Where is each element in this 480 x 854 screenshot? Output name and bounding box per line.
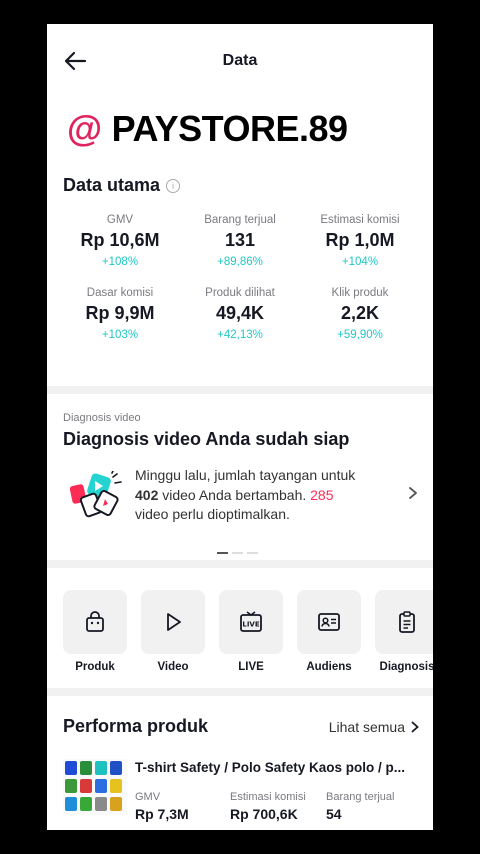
diagnosis-label: Diagnosis video	[63, 412, 141, 424]
product-val-commission: Rp 700,6K	[230, 806, 298, 822]
metric-label: Dasar komisi	[86, 287, 154, 299]
metric-value: 49,4K	[215, 303, 265, 323]
chevron-right-icon[interactable]	[407, 486, 419, 500]
tool-tile-live[interactable]: LIVE	[219, 590, 283, 654]
carousel-dot	[232, 552, 243, 554]
metric-label: Produk dilihat	[205, 287, 275, 299]
metric-label: GMV	[106, 214, 134, 226]
diagnosis-count-optimize: 285	[310, 486, 334, 503]
tool-label-live[interactable]: LIVE	[219, 661, 283, 673]
diagnosis-text-1: Minggu lalu, jumlah tayangan untuk	[135, 467, 356, 483]
page-title: Data	[222, 52, 258, 69]
metric-value: 131	[224, 230, 256, 250]
product-val-gmv: Rp 7,3M	[135, 806, 189, 822]
carousel-indicator	[217, 541, 262, 559]
tool-tile-diagnosis[interactable]	[375, 590, 433, 654]
watermark-at: @	[67, 108, 102, 149]
tool-tile-video[interactable]	[141, 590, 205, 654]
tool-label-audiens[interactable]: Audiens	[297, 661, 361, 673]
metric-label: Barang terjual	[204, 214, 276, 226]
metric-change: +104%	[341, 256, 379, 268]
section-divider	[47, 560, 433, 568]
video-diagnosis-illustration-icon	[69, 471, 122, 518]
product-col-commission: Estimasi komisi	[230, 791, 306, 803]
metric-change: +42,13%	[217, 329, 263, 341]
metric-value: Rp 10,6M	[80, 230, 160, 250]
product-name[interactable]: T-shirt Safety / Polo Safety Kaos polo /…	[135, 760, 421, 775]
info-icon[interactable]: i	[166, 179, 181, 193]
section-divider	[47, 386, 433, 394]
metric-label: Estimasi komisi	[320, 214, 400, 226]
metric-label: Klik produk	[331, 287, 389, 299]
app-screen: Data @ PAYSTORE.89 Data utama i GMV Rp 10,…	[47, 24, 433, 830]
tool-tile-audiens[interactable]	[297, 590, 361, 654]
shopping-bag-icon	[86, 611, 104, 632]
metric-change: +108%	[101, 256, 139, 268]
performance-title: Performa produk	[63, 716, 209, 736]
metric-product-views[interactable]: Produk dilihat 49,4K +42,13%	[180, 287, 300, 341]
diagnosis-message: Minggu lalu, jumlah tayangan untuk 402 v…	[135, 466, 397, 525]
metric-value: Rp 9,9M	[85, 303, 155, 323]
metric-change: +89,86%	[217, 256, 263, 268]
carousel-dot-active	[217, 552, 228, 554]
audience-card-icon	[318, 613, 340, 631]
product-col-sold: Barang terjual	[326, 791, 395, 803]
product-val-sold: 54	[326, 806, 342, 822]
tool-label-produk[interactable]: Produk	[63, 661, 127, 673]
watermark-overlay: @ PAYSTORE.89	[67, 108, 348, 150]
diagnosis-text-3: video perlu dioptimalkan.	[135, 506, 290, 522]
main-data-title-text: Data utama	[63, 175, 161, 195]
see-all-link[interactable]: Lihat semua	[329, 719, 419, 735]
product-thumbnail[interactable]	[63, 759, 127, 815]
top-bar: Data	[47, 24, 433, 98]
metric-change: +59,90%	[337, 329, 383, 341]
diagnosis-count-videos: 402	[135, 486, 159, 503]
see-all-label: Lihat semua	[328, 719, 405, 735]
metric-value: 2,2K	[340, 303, 380, 323]
metric-gmv[interactable]: GMV Rp 10,6M +108%	[60, 214, 180, 268]
section-divider	[47, 688, 433, 696]
metric-value: Rp 1,0M	[325, 230, 395, 250]
tool-tile-produk[interactable]	[63, 590, 127, 654]
metric-product-clicks[interactable]: Klik produk 2,2K +59,90%	[300, 287, 420, 341]
diagnosis-text-2: video Anda bertambah.	[158, 486, 311, 503]
metric-change: +103%	[101, 329, 139, 341]
main-data-title: Data utama i	[63, 175, 181, 196]
chevron-right-icon	[411, 721, 419, 733]
tool-label-diagnosis[interactable]: Diagnosis	[375, 661, 433, 673]
carousel-dot	[247, 552, 258, 554]
watermark-name: PAYSTORE.89	[111, 108, 348, 149]
product-col-gmv: GMV	[135, 791, 161, 803]
metric-commission-base[interactable]: Dasar komisi Rp 9,9M +103%	[60, 287, 180, 341]
metric-items-sold[interactable]: Barang terjual 131 +89,86%	[180, 214, 300, 268]
play-icon	[167, 613, 181, 631]
tool-label-video[interactable]: Video	[141, 661, 205, 673]
diagnosis-title: Diagnosis video Anda sudah siap	[63, 429, 350, 449]
metric-est-commission[interactable]: Estimasi komisi Rp 1,0M +104%	[300, 214, 420, 268]
svg-text:LIVE: LIVE	[242, 621, 259, 629]
clipboard-icon	[399, 611, 415, 633]
live-tv-icon: LIVE	[240, 611, 262, 632]
